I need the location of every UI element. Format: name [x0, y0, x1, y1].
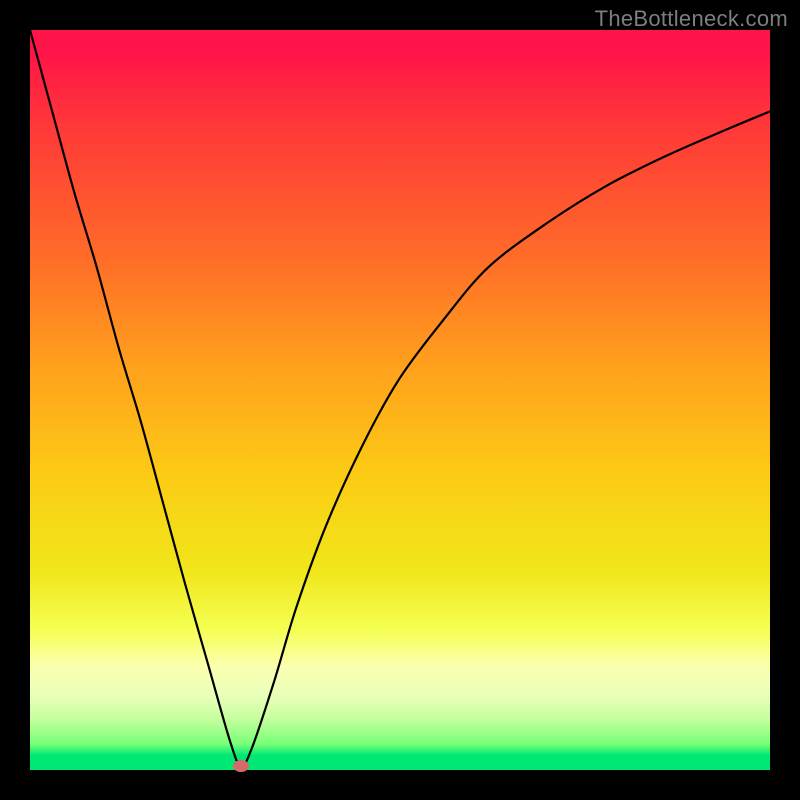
minimum-marker: [233, 760, 249, 772]
chart-frame: TheBottleneck.com: [0, 0, 800, 800]
bottleneck-curve: [30, 30, 770, 770]
plot-area: [30, 30, 770, 770]
watermark-text: TheBottleneck.com: [595, 6, 788, 32]
